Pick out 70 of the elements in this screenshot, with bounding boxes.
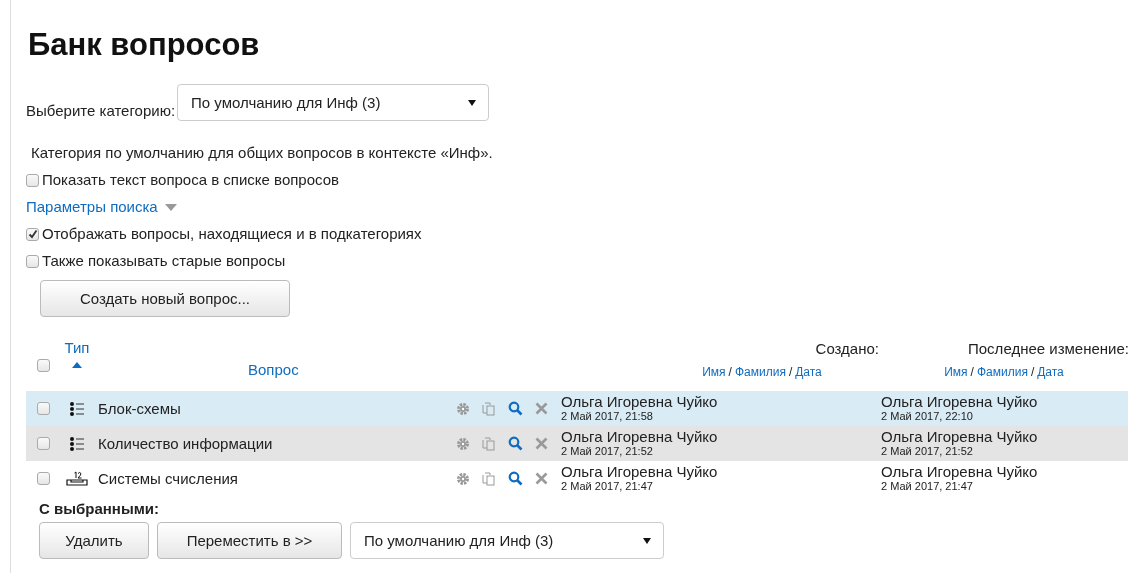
question-name: Блок-схемы [97,400,182,417]
sort-link[interactable]: Дата [1037,365,1064,379]
category-description: Категория по умолчанию для общих вопросов в контексте «Инф». [30,143,494,163]
copy-icon[interactable] [482,436,496,451]
checkbox-label: Показать текст вопроса в списке вопросов [42,170,339,190]
dropdown[interactable]: По умолчанию для Инф (3) [350,522,664,559]
column-header: Последнее изменение: [968,339,1128,359]
close-icon[interactable] [535,437,548,450]
separator: / [1030,365,1035,379]
question-name: Системы счисления [97,470,239,487]
column-header: Создано: [815,339,879,359]
table-row[interactable]: Системы счисления Ольга Игоревна Чуйко 2 Май 2017, 21:47 Ольга Игоревна Чуйко 2 Май 2017, 21:47 [26,461,1128,496]
checkbox[interactable] [26,227,39,241]
column-sort-link[interactable]: Вопрос [248,360,299,378]
timestamp: 2 Май 2017, 21:52 [881,445,974,458]
gear-icon[interactable] [456,401,470,416]
author-name: Ольга Игоревна Чуйко [561,464,719,480]
checkbox[interactable] [37,402,50,415]
author-name: Ольга Игоревна Чуйко [881,464,1039,480]
checkbox[interactable] [37,437,50,450]
separator: / [728,365,732,379]
table-row[interactable]: Количество информации Ольга Игоревна Чуйко 2 Май 2017, 21:52 Ольга Игоревна Чуйко 2 Май 2017, 21:52 [26,426,1128,461]
table-row[interactable]: Блок-схемы Ольга Игоревна Чуйко 2 Май 2017, 21:58 Ольга Игоревна Чуйко 2 Май 2017, 22:10 [26,391,1128,426]
search-icon[interactable] [508,436,523,451]
action-button[interactable]: Удалить [39,522,149,559]
dropdown[interactable]: По умолчанию для Инф (3) [177,84,490,121]
separator: / [970,365,974,379]
author-name: Ольга Игоревна Чуйко [881,394,1039,410]
sort-link[interactable]: Фамилия [976,365,1028,379]
author-name: Ольга Игоревна Чуйко [561,429,719,445]
checkbox-label: Отображать вопросы, находящиеся и в подкатегориях [42,224,422,244]
separator: / [788,365,793,379]
list-icon [69,400,85,417]
field-label: Выберите категорию: [26,101,176,119]
caret-icon [468,99,477,106]
search-icon[interactable] [508,471,523,486]
checkbox[interactable] [26,254,39,268]
timestamp: 2 Май 2017, 21:52 [561,445,654,458]
timestamp: 2 Май 2017, 21:47 [561,480,654,493]
search-options-link[interactable]: Параметры поиска [26,197,158,217]
expand-arrow-icon[interactable] [164,203,177,211]
column-sort-link[interactable]: Тип [64,339,90,356]
page-title: Банк вопросов [27,26,261,63]
checkbox-label: Также показывать старые вопросы [42,251,286,271]
close-icon[interactable] [535,402,548,415]
numeric-field-icon [66,470,88,487]
sort-link[interactable]: Фамилия [734,365,786,379]
list-icon [69,435,85,452]
action-button[interactable]: Переместить в >> [157,522,342,559]
search-icon[interactable] [508,401,523,416]
timestamp: 2 Май 2017, 22:10 [881,410,974,423]
checkbox[interactable] [37,358,50,372]
sort-link[interactable]: Дата [795,365,822,379]
copy-icon[interactable] [482,401,496,416]
sort-link[interactable]: Имя [702,365,726,379]
timestamp: 2 Май 2017, 21:47 [881,480,974,493]
question-name: Количество информации [97,435,274,452]
caret-icon [643,537,651,544]
section-label: С выбранными: [39,500,161,517]
gear-icon[interactable] [456,436,470,451]
copy-icon[interactable] [482,471,496,486]
author-name: Ольга Игоревна Чуйко [561,394,719,410]
checkbox[interactable] [37,472,50,485]
sort-link[interactable]: Имя [944,365,968,379]
author-name: Ольга Игоревна Чуйко [881,429,1039,445]
close-icon[interactable] [535,472,548,485]
create-question-button[interactable]: Создать новый вопрос... [40,280,290,317]
checkbox[interactable] [26,173,39,187]
gear-icon[interactable] [456,471,470,486]
timestamp: 2 Май 2017, 21:58 [561,410,654,423]
